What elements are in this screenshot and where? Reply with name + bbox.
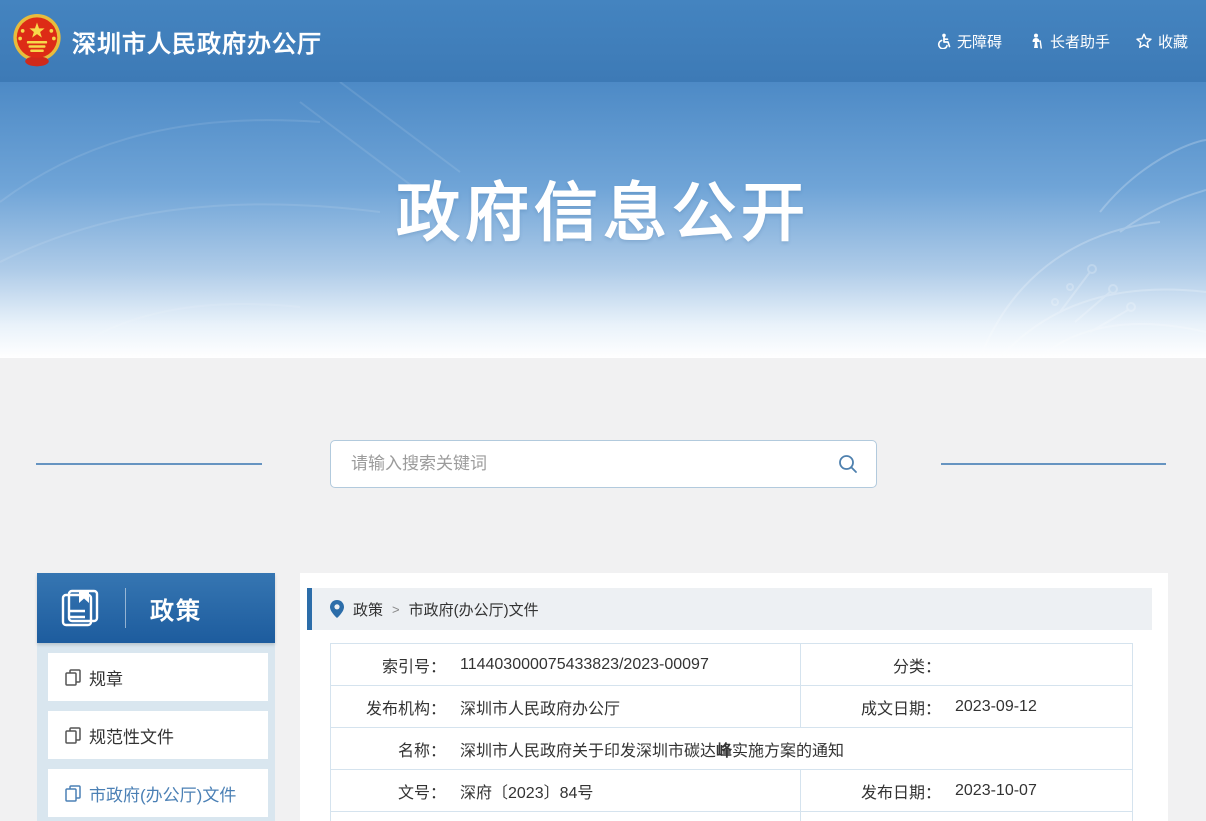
search-icon	[838, 454, 858, 474]
sidebar: 政策 规章 规范性文件 市政	[37, 573, 275, 821]
topbar: 深圳市人民政府办公厅 无障碍 长者助手	[0, 0, 1206, 82]
search-input[interactable]	[331, 441, 832, 487]
main-panel: 政策 > 市政府(办公厅)文件 索引号： 114403000075433823/…	[300, 573, 1168, 821]
breadcrumb-link-policy[interactable]: 政策	[353, 599, 383, 620]
sidebar-title: 政策	[150, 591, 202, 626]
page: 深圳市人民政府办公厅 无障碍 长者助手	[0, 0, 1206, 821]
issuing-agency-cell: 发布机构： 深圳市人民政府办公厅	[331, 686, 800, 727]
date-published-value: 2023-10-07	[955, 782, 1037, 800]
document-number-label: 文号：	[331, 779, 446, 803]
elder-helper-link[interactable]: 长者助手	[1028, 31, 1110, 52]
accessibility-link[interactable]: 无障碍	[935, 31, 1002, 52]
page-title: 政府信息公开	[0, 82, 1206, 254]
elder-helper-link-label: 长者助手	[1050, 31, 1110, 52]
index-number-label: 索引号：	[331, 653, 446, 677]
content-section: 政策 规章 规范性文件 市政	[0, 358, 1206, 821]
sidebar-item-label: 市政府(办公厅)文件	[89, 781, 236, 806]
search-box	[330, 440, 877, 488]
document-number-value: 深府〔2023〕84号	[460, 779, 593, 803]
table-row-partial	[331, 812, 1132, 821]
breadcrumb-separator: >	[392, 602, 400, 617]
location-pin-icon	[330, 600, 344, 618]
accessibility-link-label: 无障碍	[957, 31, 1002, 52]
table-row-name: 名称： 深圳市人民政府关于印发深圳市碳达峰实施方案的通知	[331, 728, 1132, 770]
site-title: 深圳市人民政府办公厅	[72, 24, 322, 59]
banner: 政府信息公开	[0, 82, 1206, 358]
document-icon	[65, 669, 81, 686]
table-row-docnum: 文号： 深府〔2023〕84号 发布日期： 2023-10-07	[331, 770, 1132, 812]
decorative-line-right	[941, 463, 1166, 465]
sidebar-item-normative-documents[interactable]: 规范性文件	[48, 711, 268, 759]
document-icon	[65, 727, 81, 744]
breadcrumb-current: 市政府(办公厅)文件	[409, 599, 539, 620]
favorite-link-label: 收藏	[1158, 31, 1188, 52]
favorite-link[interactable]: 收藏	[1136, 31, 1188, 52]
document-name-cell: 名称： 深圳市人民政府关于印发深圳市碳达峰实施方案的通知	[331, 728, 1132, 769]
sidebar-item-label: 规范性文件	[89, 723, 174, 748]
date-published-cell: 发布日期： 2023-10-07	[800, 770, 1132, 811]
elder-person-icon	[1028, 33, 1044, 49]
category-cell: 分类：	[800, 644, 1132, 685]
document-name-label: 名称：	[331, 737, 446, 761]
topbar-links: 无障碍 长者助手 收藏	[935, 31, 1188, 52]
table-row-index: 索引号： 114403000075433823/2023-00097 分类：	[331, 644, 1132, 686]
index-number-cell: 索引号： 114403000075433823/2023-00097	[331, 644, 800, 685]
document-name-value: 深圳市人民政府关于印发深圳市碳达峰实施方案的通知	[460, 737, 844, 761]
header-divider	[125, 588, 126, 628]
table-row-agency: 发布机构： 深圳市人民政府办公厅 成文日期： 2023-09-12	[331, 686, 1132, 728]
sidebar-header: 政策	[37, 573, 275, 643]
document-info-table: 索引号： 114403000075433823/2023-00097 分类： 发…	[330, 643, 1133, 821]
search-button[interactable]	[832, 454, 876, 474]
issuing-agency-label: 发布机构：	[331, 695, 446, 719]
site-brand: 深圳市人民政府办公厅	[10, 12, 322, 70]
national-emblem-logo	[10, 12, 64, 70]
date-written-value: 2023-09-12	[955, 698, 1037, 716]
book-icon	[59, 587, 101, 629]
date-written-label: 成文日期：	[801, 695, 941, 719]
index-number-value: 114403000075433823/2023-00097	[460, 656, 709, 674]
sidebar-item-regulations[interactable]: 规章	[48, 653, 268, 701]
date-published-label: 发布日期：	[801, 779, 941, 803]
category-label: 分类：	[801, 653, 941, 677]
document-number-cell: 文号： 深府〔2023〕84号	[331, 770, 800, 811]
document-icon	[65, 785, 81, 802]
highlighted-keyword: 峰	[716, 743, 732, 760]
star-icon	[1136, 33, 1152, 49]
issuing-agency-value: 深圳市人民政府办公厅	[460, 695, 620, 719]
sidebar-item-municipal-documents[interactable]: 市政府(办公厅)文件	[48, 769, 268, 817]
decorative-line-left	[36, 463, 262, 465]
sidebar-item-label: 规章	[89, 665, 123, 690]
breadcrumb: 政策 > 市政府(办公厅)文件	[307, 588, 1152, 630]
accessibility-icon	[935, 33, 951, 49]
date-written-cell: 成文日期： 2023-09-12	[800, 686, 1132, 727]
